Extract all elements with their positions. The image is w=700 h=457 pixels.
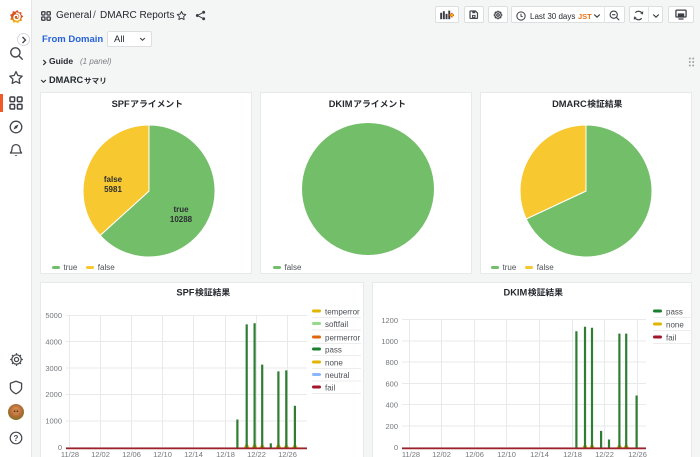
svg-text:12/02: 12/02 [91, 450, 110, 457]
svg-text:12/22: 12/22 [247, 450, 266, 457]
svg-text:12/18: 12/18 [563, 450, 582, 457]
svg-text:permerror: permerror [325, 334, 360, 343]
svg-text:softfail: softfail [325, 320, 348, 329]
svg-text:0: 0 [394, 443, 398, 452]
svg-text:5981: 5981 [104, 185, 122, 194]
svg-text:12/10: 12/10 [497, 450, 516, 457]
svg-text:neutral: neutral [325, 371, 350, 380]
svg-text:400: 400 [385, 401, 398, 410]
svg-text:12/14: 12/14 [530, 450, 549, 457]
svg-text:12/10: 12/10 [153, 450, 172, 457]
svg-text:none: none [325, 359, 343, 368]
svg-text:800: 800 [385, 358, 398, 367]
svg-text:12/26: 12/26 [628, 450, 647, 457]
svg-text:false: false [104, 175, 123, 184]
svg-text:12/06: 12/06 [465, 450, 484, 457]
svg-text:12/26: 12/26 [278, 450, 297, 457]
svg-text:1000: 1000 [45, 417, 62, 426]
svg-text:fail: fail [666, 334, 676, 343]
svg-text:600: 600 [385, 379, 398, 388]
svg-text:11/28: 11/28 [61, 450, 79, 457]
svg-text:10288: 10288 [170, 215, 193, 224]
svg-text:?: ? [14, 434, 19, 443]
svg-text:12/06: 12/06 [122, 450, 141, 457]
svg-text:3000: 3000 [45, 364, 62, 373]
svg-text:12/02: 12/02 [432, 450, 451, 457]
svg-text:200: 200 [385, 422, 398, 431]
svg-text:fail: fail [325, 384, 335, 393]
svg-text:1000: 1000 [381, 337, 398, 346]
svg-text:pass: pass [325, 346, 342, 355]
svg-text:5000: 5000 [45, 311, 62, 320]
svg-text:12/18: 12/18 [216, 450, 235, 457]
svg-text:1200: 1200 [381, 316, 398, 325]
svg-text:none: none [666, 321, 684, 330]
svg-text:pass: pass [666, 308, 683, 317]
svg-text:12/22: 12/22 [595, 450, 614, 457]
svg-text:temperror: temperror [325, 308, 360, 317]
svg-text:2000: 2000 [45, 390, 62, 399]
svg-text:4000: 4000 [45, 337, 62, 346]
svg-text:11/28: 11/28 [402, 450, 420, 457]
svg-text:12/14: 12/14 [184, 450, 203, 457]
svg-text:true: true [173, 205, 189, 214]
